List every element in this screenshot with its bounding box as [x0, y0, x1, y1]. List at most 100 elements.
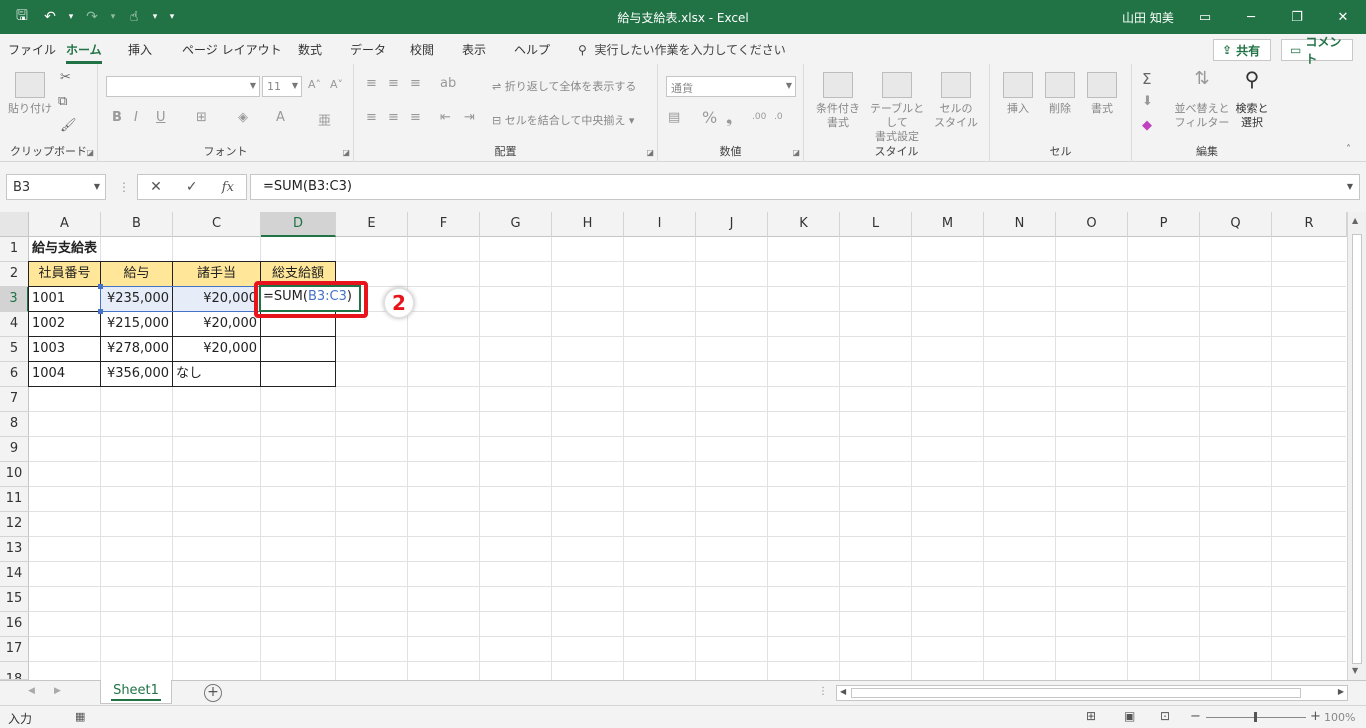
percent-icon[interactable]: %	[702, 108, 717, 127]
horizontal-scrollbar[interactable]: ◀ ▶	[836, 685, 1348, 701]
cell-employee-id[interactable]: 1003	[28, 336, 101, 362]
cut-icon[interactable]: ✂	[60, 70, 71, 85]
tab-data[interactable]: データ	[350, 41, 386, 58]
ribbon-display-options-icon[interactable]: ▭	[1182, 0, 1228, 34]
bold-icon[interactable]: B	[112, 110, 122, 125]
column-header[interactable]: G	[480, 212, 552, 237]
comments-button[interactable]: ▭ コメント	[1281, 35, 1353, 66]
row-header[interactable]: 6	[0, 362, 29, 387]
row-header[interactable]: 3	[0, 287, 29, 312]
cell-salary[interactable]: ¥356,000	[100, 361, 173, 387]
scroll-down-icon[interactable]: ▼	[1352, 666, 1358, 675]
align-top-icon[interactable]: ≡	[366, 76, 377, 91]
normal-view-icon[interactable]: ⊞	[1086, 709, 1096, 723]
column-header[interactable]: M	[912, 212, 984, 237]
underline-icon[interactable]: U	[156, 110, 166, 125]
row-header[interactable]: 8	[0, 412, 29, 437]
page-break-view-icon[interactable]: ⊡	[1160, 709, 1170, 723]
orientation-icon[interactable]: ab	[440, 76, 456, 91]
worksheet-grid[interactable]: A B C D E F G H I J K L M N O P Q R 1 2 …	[0, 212, 1366, 680]
restore-icon[interactable]: ❐	[1274, 0, 1320, 34]
minimize-icon[interactable]: ─	[1228, 0, 1274, 34]
increase-indent-icon[interactable]: ⇥	[464, 110, 475, 125]
cell-salary[interactable]: ¥215,000	[100, 311, 173, 337]
conditional-formatting-button[interactable]: 条件付き 書式	[812, 72, 864, 130]
cell-styles-button[interactable]: セルの スタイル	[930, 72, 982, 130]
zoom-level[interactable]: 100%	[1324, 711, 1355, 724]
user-name[interactable]: 山田 知美	[1122, 9, 1174, 26]
range-handle[interactable]	[98, 284, 103, 289]
cell-allowance[interactable]: ¥20,000	[172, 336, 261, 362]
fill-color-icon[interactable]: ◈	[238, 110, 248, 125]
column-header[interactable]: J	[696, 212, 768, 237]
cell-employee-id[interactable]: 1004	[28, 361, 101, 387]
vertical-scroll-thumb[interactable]	[1352, 234, 1362, 664]
row-header[interactable]: 7	[0, 387, 29, 412]
increase-font-icon[interactable]: A˄	[308, 78, 321, 91]
align-bottom-icon[interactable]: ≡	[410, 76, 421, 91]
row-header[interactable]: 2	[0, 262, 29, 287]
fill-icon[interactable]: ⬇	[1142, 94, 1153, 109]
cell-employee-id[interactable]: 1002	[28, 311, 101, 337]
accounting-format-icon[interactable]: ▤	[668, 110, 680, 125]
zoom-in-icon[interactable]: +	[1310, 709, 1321, 724]
delete-cells-button[interactable]: 削除	[1040, 72, 1080, 116]
row-header[interactable]: 12	[0, 512, 29, 537]
row-header[interactable]: 16	[0, 612, 29, 637]
row-header[interactable]: 5	[0, 337, 29, 362]
autosum-icon[interactable]: Σ	[1142, 70, 1151, 88]
scroll-right-icon[interactable]: ▶	[1338, 687, 1344, 696]
cell-employee-id[interactable]: 1001	[28, 286, 101, 312]
copy-icon[interactable]: ⧉	[58, 94, 67, 109]
tab-home[interactable]: ホーム	[66, 41, 102, 64]
column-header[interactable]: A	[29, 212, 101, 237]
macro-record-icon[interactable]: ▦	[75, 710, 85, 723]
column-header[interactable]: R	[1272, 212, 1347, 237]
tell-me-search[interactable]: ⚲ 実行したい作業を入力してください	[578, 41, 786, 58]
row-header[interactable]: 11	[0, 487, 29, 512]
name-box[interactable]: B3 ▼	[6, 174, 106, 200]
clear-icon[interactable]: ◆	[1142, 118, 1152, 133]
column-header[interactable]: E	[336, 212, 408, 237]
row-header[interactable]: 4	[0, 312, 29, 337]
decrease-decimal-icon[interactable]: .0	[774, 112, 783, 122]
cell-total[interactable]	[260, 361, 336, 387]
scroll-left-icon[interactable]: ◀	[840, 687, 846, 696]
number-format-combo[interactable]: 通貨 ▼	[666, 76, 796, 97]
column-header[interactable]: C	[173, 212, 261, 237]
phonetic-icon[interactable]: 亜	[318, 110, 331, 129]
align-left-icon[interactable]: ≡	[366, 110, 377, 125]
header-cell-employee-id[interactable]: 社員番号	[28, 261, 101, 287]
clipboard-launcher-icon[interactable]: ◪	[86, 148, 94, 157]
align-right-icon[interactable]: ≡	[410, 110, 421, 125]
italic-icon[interactable]: I	[134, 110, 138, 125]
decrease-indent-icon[interactable]: ⇤	[440, 110, 451, 125]
column-header[interactable]: F	[408, 212, 480, 237]
scroll-up-icon[interactable]: ▲	[1352, 216, 1358, 225]
format-as-table-button[interactable]: テーブルとして 書式設定	[866, 72, 928, 144]
range-handle[interactable]	[98, 309, 103, 314]
column-header[interactable]: L	[840, 212, 912, 237]
tab-insert[interactable]: 挿入	[128, 41, 152, 58]
row-header[interactable]: 9	[0, 437, 29, 462]
cell-allowance[interactable]: ¥20,000	[172, 311, 261, 337]
zoom-out-icon[interactable]: −	[1190, 709, 1201, 724]
header-cell-salary[interactable]: 給与	[100, 261, 173, 287]
row-header[interactable]: 10	[0, 462, 29, 487]
cell-salary[interactable]: ¥278,000	[100, 336, 173, 362]
formula-input[interactable]: =SUM(B3:C3) ▼	[250, 174, 1360, 200]
align-center-icon[interactable]: ≡	[388, 110, 399, 125]
tab-split-grip-icon[interactable]: ⋮	[818, 686, 828, 697]
collapse-ribbon-icon[interactable]: ˄	[1346, 144, 1351, 155]
column-header[interactable]: N	[984, 212, 1056, 237]
sheet-title-cell[interactable]: 給与支給表	[29, 237, 149, 262]
font-color-icon[interactable]: A	[276, 110, 285, 125]
font-launcher-icon[interactable]: ◪	[342, 148, 350, 157]
comma-style-icon[interactable]: ❟	[726, 108, 732, 128]
close-icon[interactable]: ✕	[1320, 0, 1366, 34]
insert-cells-button[interactable]: 挿入	[998, 72, 1038, 116]
next-sheet-icon[interactable]: ▶	[54, 686, 61, 696]
insert-function-icon[interactable]: fx	[222, 180, 234, 195]
increase-decimal-icon[interactable]: .00	[752, 112, 766, 122]
enter-icon[interactable]: ✓	[186, 179, 198, 195]
